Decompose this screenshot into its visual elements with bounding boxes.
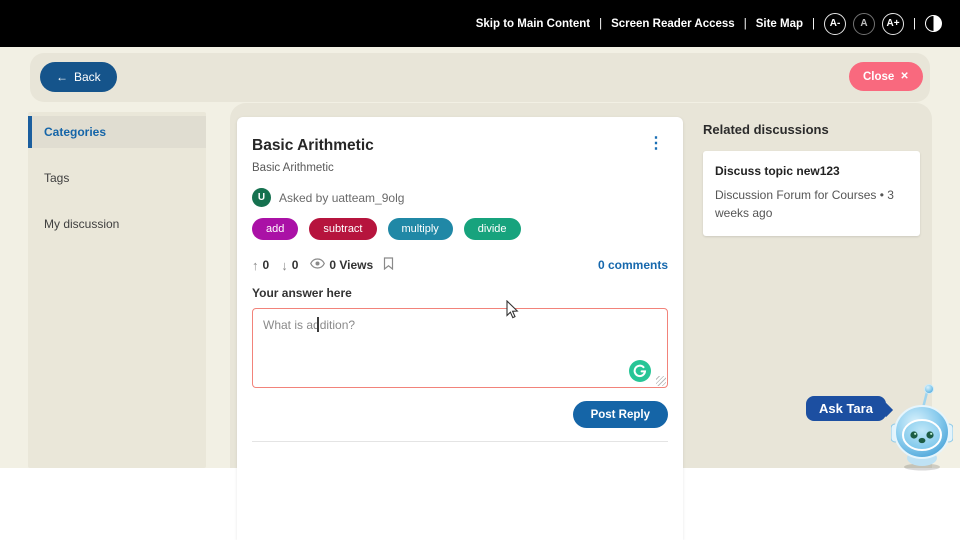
- answer-text: What is addition?: [263, 318, 355, 332]
- answer-label: Your answer here: [252, 286, 668, 300]
- font-increase-button[interactable]: A+: [882, 13, 904, 35]
- font-decrease-button[interactable]: A-: [824, 13, 846, 35]
- header-band: [30, 53, 930, 102]
- site-map-link[interactable]: Site Map: [756, 18, 803, 30]
- accessibility-topbar: Skip to Main Content | Screen Reader Acc…: [0, 0, 960, 47]
- card-divider: [252, 441, 668, 442]
- page: Skip to Main Content | Screen Reader Acc…: [0, 0, 960, 540]
- ask-tara-button[interactable]: Ask Tara: [806, 396, 886, 421]
- sidebar: Categories Tags My discussion: [28, 112, 206, 468]
- separator: |: [599, 18, 602, 30]
- separator: |: [744, 18, 747, 30]
- views-eye-icon: [310, 258, 325, 272]
- sidebar-item-categories[interactable]: Categories: [28, 116, 206, 148]
- sidebar-item-tags[interactable]: Tags: [28, 162, 206, 194]
- tag-add[interactable]: add: [252, 218, 298, 240]
- back-button-label: Back: [74, 70, 101, 84]
- text-caret: [317, 317, 319, 332]
- related-item-source: Discussion Forum for Courses: [715, 188, 876, 202]
- grammarly-icon[interactable]: [629, 360, 651, 382]
- user-avatar: U: [252, 188, 271, 207]
- mouse-cursor: [506, 300, 519, 324]
- skip-to-content-link[interactable]: Skip to Main Content: [476, 18, 590, 30]
- kebab-menu-icon[interactable]: ⋮: [644, 137, 668, 151]
- close-button[interactable]: Close ✕: [849, 62, 923, 91]
- related-item-title: Discuss topic new123: [715, 164, 908, 178]
- related-discussions-panel: Related discussions Discuss topic new123…: [703, 122, 920, 236]
- asked-by-label: Asked by uatteam_9olg: [279, 191, 404, 205]
- resize-handle[interactable]: [656, 376, 666, 386]
- answer-textarea[interactable]: What is addition?: [252, 308, 668, 388]
- upvote-icon[interactable]: ↑: [252, 258, 259, 273]
- separator: |: [812, 18, 815, 30]
- separator: |: [913, 18, 916, 30]
- related-item-meta: Discussion Forum for Courses • 3 weeks a…: [715, 186, 908, 222]
- related-heading: Related discussions: [703, 122, 920, 137]
- tag-row: add subtract multiply divide: [252, 218, 668, 240]
- tag-divide[interactable]: divide: [464, 218, 521, 240]
- bookmark-icon[interactable]: [383, 257, 394, 273]
- font-default-button[interactable]: A: [853, 13, 875, 35]
- meta-bullet: •: [880, 188, 884, 202]
- discussion-title: Basic Arithmetic: [252, 137, 374, 155]
- upvote-count: 0: [263, 258, 270, 272]
- close-x-icon: ✕: [900, 71, 908, 82]
- discussion-card: Basic Arithmetic ⋮ Basic Arithmetic U As…: [237, 117, 683, 540]
- downvote-icon[interactable]: ↓: [281, 258, 288, 273]
- asked-by-row: U Asked by uatteam_9olg: [252, 188, 668, 207]
- back-arrow-icon: ←: [56, 70, 68, 84]
- downvote-count: 0: [292, 258, 299, 272]
- tag-multiply[interactable]: multiply: [388, 218, 453, 240]
- tara-robot-mascot[interactable]: [891, 380, 953, 477]
- comments-link[interactable]: 0 comments: [598, 258, 668, 272]
- stats-row: ↑ 0 ↓ 0 0 Views 0 comments: [252, 257, 668, 273]
- post-reply-button[interactable]: Post Reply: [573, 401, 668, 428]
- contrast-toggle-icon[interactable]: [925, 15, 942, 32]
- sidebar-item-my-discussion[interactable]: My discussion: [28, 208, 206, 240]
- close-button-label: Close: [863, 71, 894, 83]
- views-count: 0 Views: [329, 258, 373, 272]
- screen-reader-link[interactable]: Screen Reader Access: [611, 18, 735, 30]
- related-discussion-item[interactable]: Discuss topic new123 Discussion Forum fo…: [703, 151, 920, 236]
- back-button[interactable]: ← Back: [40, 62, 117, 92]
- tag-subtract[interactable]: subtract: [309, 218, 376, 240]
- discussion-subtitle: Basic Arithmetic: [252, 162, 668, 174]
